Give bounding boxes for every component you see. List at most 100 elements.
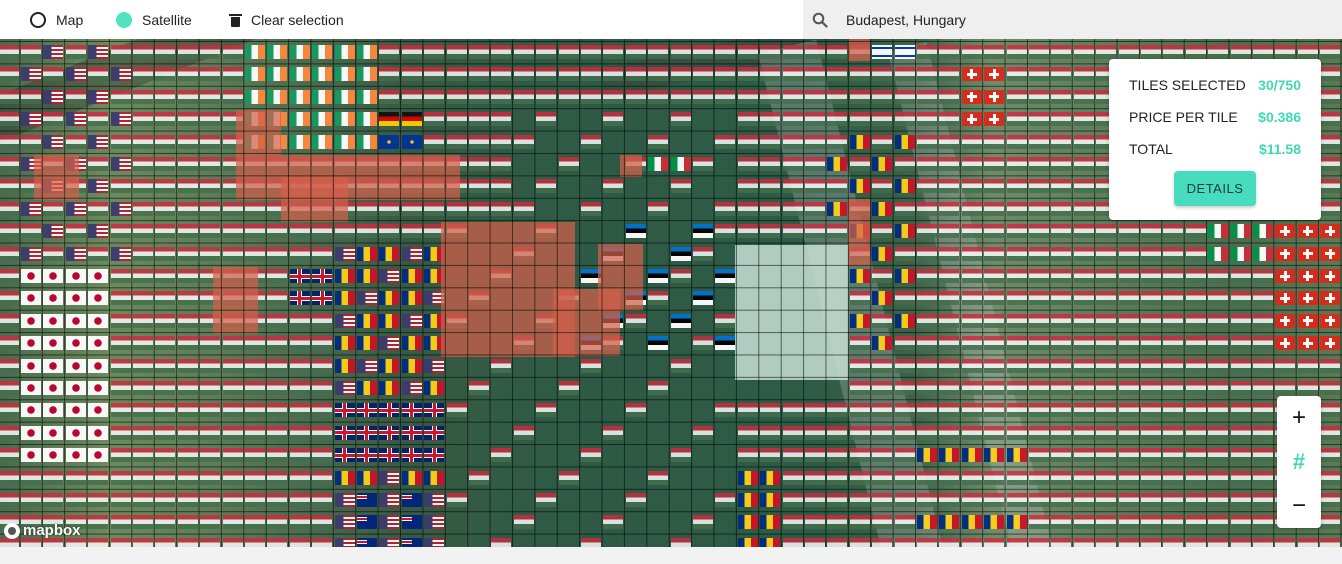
flag-tile[interactable]	[1185, 403, 1206, 418]
flag-tile[interactable]	[177, 493, 198, 507]
flag-tile[interactable]	[222, 358, 243, 373]
flag-tile[interactable]	[1006, 336, 1027, 351]
flag-tile[interactable]	[1051, 89, 1072, 104]
flag-tile[interactable]	[43, 269, 64, 283]
flag-tile[interactable]	[737, 425, 758, 440]
flag-tile[interactable]	[1096, 537, 1117, 547]
flag-tile[interactable]	[1163, 224, 1184, 239]
flag-tile[interactable]	[267, 425, 288, 440]
flag-tile[interactable]	[177, 45, 198, 59]
flag-tile[interactable]	[916, 45, 937, 59]
flag-tile[interactable]	[1275, 537, 1296, 547]
flag-tile[interactable]	[1252, 246, 1273, 261]
flag-tile[interactable]	[1006, 470, 1027, 485]
flag-tile[interactable]	[894, 537, 915, 547]
flag-tile[interactable]	[916, 358, 937, 373]
flag-tile[interactable]	[1006, 269, 1027, 283]
flag-tile[interactable]	[401, 67, 422, 82]
flag-tile[interactable]	[312, 336, 333, 351]
flag-tile[interactable]	[356, 515, 377, 530]
flag-tile[interactable]	[894, 470, 915, 485]
flag-tile[interactable]	[894, 224, 915, 239]
flag-tile[interactable]	[984, 336, 1005, 351]
flag-tile[interactable]	[0, 403, 19, 418]
flag-tile[interactable]	[0, 179, 19, 194]
flag-tile[interactable]	[984, 358, 1005, 373]
flag-tile[interactable]	[1163, 493, 1184, 507]
flag-tile[interactable]	[916, 134, 937, 149]
flag-tile[interactable]	[110, 358, 131, 373]
flag-tile[interactable]	[670, 246, 691, 261]
flag-tile[interactable]	[737, 403, 758, 418]
flag-tile[interactable]	[1006, 425, 1027, 440]
flag-tile[interactable]	[334, 537, 355, 547]
flag-tile[interactable]	[110, 537, 131, 547]
flag-tile[interactable]	[312, 403, 333, 418]
flag-tile[interactable]	[760, 425, 781, 440]
flag-tile[interactable]	[961, 201, 982, 216]
flag-tile[interactable]	[20, 246, 41, 261]
flag-tile[interactable]	[760, 157, 781, 171]
flag-tile[interactable]	[513, 201, 534, 216]
flag-tile[interactable]	[177, 403, 198, 418]
flag-tile[interactable]	[379, 537, 400, 547]
flag-tile[interactable]	[379, 224, 400, 239]
flag-tile[interactable]	[536, 45, 557, 59]
flag-tile[interactable]	[1320, 403, 1341, 418]
flag-tile[interactable]	[267, 45, 288, 59]
flag-tile[interactable]	[1252, 515, 1273, 530]
flag-tile[interactable]	[894, 336, 915, 351]
flag-tile[interactable]	[88, 403, 109, 418]
flag-tile[interactable]	[1320, 179, 1341, 194]
flag-tile[interactable]	[1073, 45, 1094, 59]
flag-tile[interactable]	[1230, 493, 1251, 507]
flag-tile[interactable]	[289, 381, 310, 395]
flag-tile[interactable]	[804, 537, 825, 547]
flag-tile[interactable]	[379, 448, 400, 463]
flag-tile[interactable]	[939, 358, 960, 373]
flag-tile[interactable]	[849, 336, 870, 351]
flag-tile[interactable]	[88, 201, 109, 216]
flag-tile[interactable]	[1208, 381, 1229, 395]
flag-tile[interactable]	[1051, 313, 1072, 328]
flag-tile[interactable]	[827, 134, 848, 149]
flag-tile[interactable]	[1320, 224, 1341, 239]
flag-tile[interactable]	[692, 515, 713, 530]
flag-tile[interactable]	[222, 67, 243, 82]
flag-tile[interactable]	[88, 157, 109, 171]
flag-tile[interactable]	[872, 470, 893, 485]
flag-tile[interactable]	[132, 67, 153, 82]
flag-tile[interactable]	[513, 89, 534, 104]
flag-tile[interactable]	[312, 381, 333, 395]
flag-tile[interactable]	[961, 403, 982, 418]
flag-tile[interactable]	[424, 112, 445, 127]
flag-tile[interactable]	[1051, 515, 1072, 530]
flag-tile[interactable]	[491, 45, 512, 59]
flag-tile[interactable]	[0, 336, 19, 351]
flag-tile[interactable]	[916, 157, 937, 171]
flag-tile[interactable]	[782, 134, 803, 149]
flag-tile[interactable]	[1163, 403, 1184, 418]
flag-tile[interactable]	[65, 224, 86, 239]
flag-tile[interactable]	[894, 67, 915, 82]
flag-tile[interactable]	[1230, 336, 1251, 351]
flag-tile[interactable]	[312, 291, 333, 306]
flag-tile[interactable]	[603, 45, 624, 59]
flag-tile[interactable]	[0, 493, 19, 507]
flag-tile[interactable]	[88, 493, 109, 507]
flag-tile[interactable]	[177, 157, 198, 171]
flag-tile[interactable]	[1073, 313, 1094, 328]
flag-tile[interactable]	[446, 112, 467, 127]
flag-tile[interactable]	[603, 112, 624, 127]
flag-tile[interactable]	[939, 67, 960, 82]
flag-tile[interactable]	[356, 470, 377, 485]
flag-tile[interactable]	[1073, 515, 1094, 530]
flag-tile[interactable]	[1185, 515, 1206, 530]
flag-tile[interactable]	[715, 403, 736, 418]
flag-tile[interactable]	[872, 45, 893, 59]
flag-tile[interactable]	[1051, 425, 1072, 440]
flag-tile[interactable]	[939, 448, 960, 463]
flag-tile[interactable]	[603, 67, 624, 82]
flag-tile[interactable]	[939, 336, 960, 351]
flag-tile[interactable]	[1096, 425, 1117, 440]
